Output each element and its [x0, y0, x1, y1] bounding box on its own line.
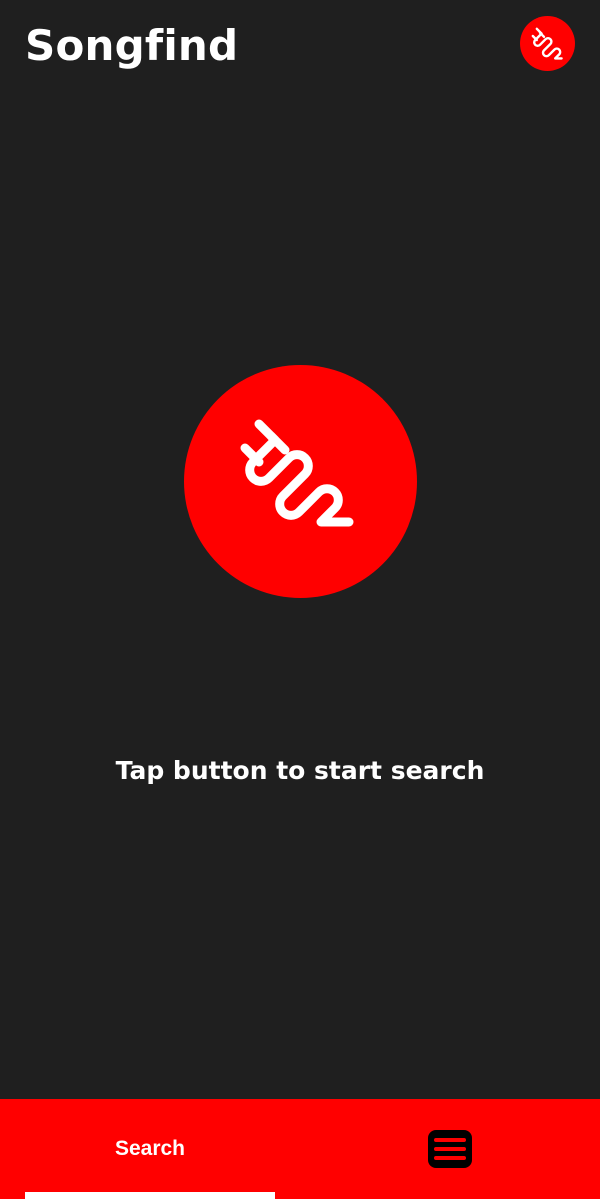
- wave-logo-icon: [240, 419, 353, 526]
- tab-history[interactable]: [300, 1099, 600, 1199]
- app-title: Songfind: [25, 21, 239, 70]
- wave-logo-icon: [531, 27, 563, 60]
- search-hint-text: Tap button to start search: [115, 756, 485, 785]
- bottom-navigation: Search: [0, 1099, 600, 1199]
- start-search-button[interactable]: [184, 365, 417, 598]
- tab-search-label: Search: [114, 1137, 186, 1160]
- app-screen: Songfind Tap button to start search Sear…: [0, 0, 600, 1199]
- active-tab-indicator: [25, 1192, 275, 1199]
- list-icon: [428, 1130, 472, 1168]
- header-logo-button[interactable]: [520, 16, 575, 71]
- tab-search[interactable]: Search: [0, 1099, 300, 1199]
